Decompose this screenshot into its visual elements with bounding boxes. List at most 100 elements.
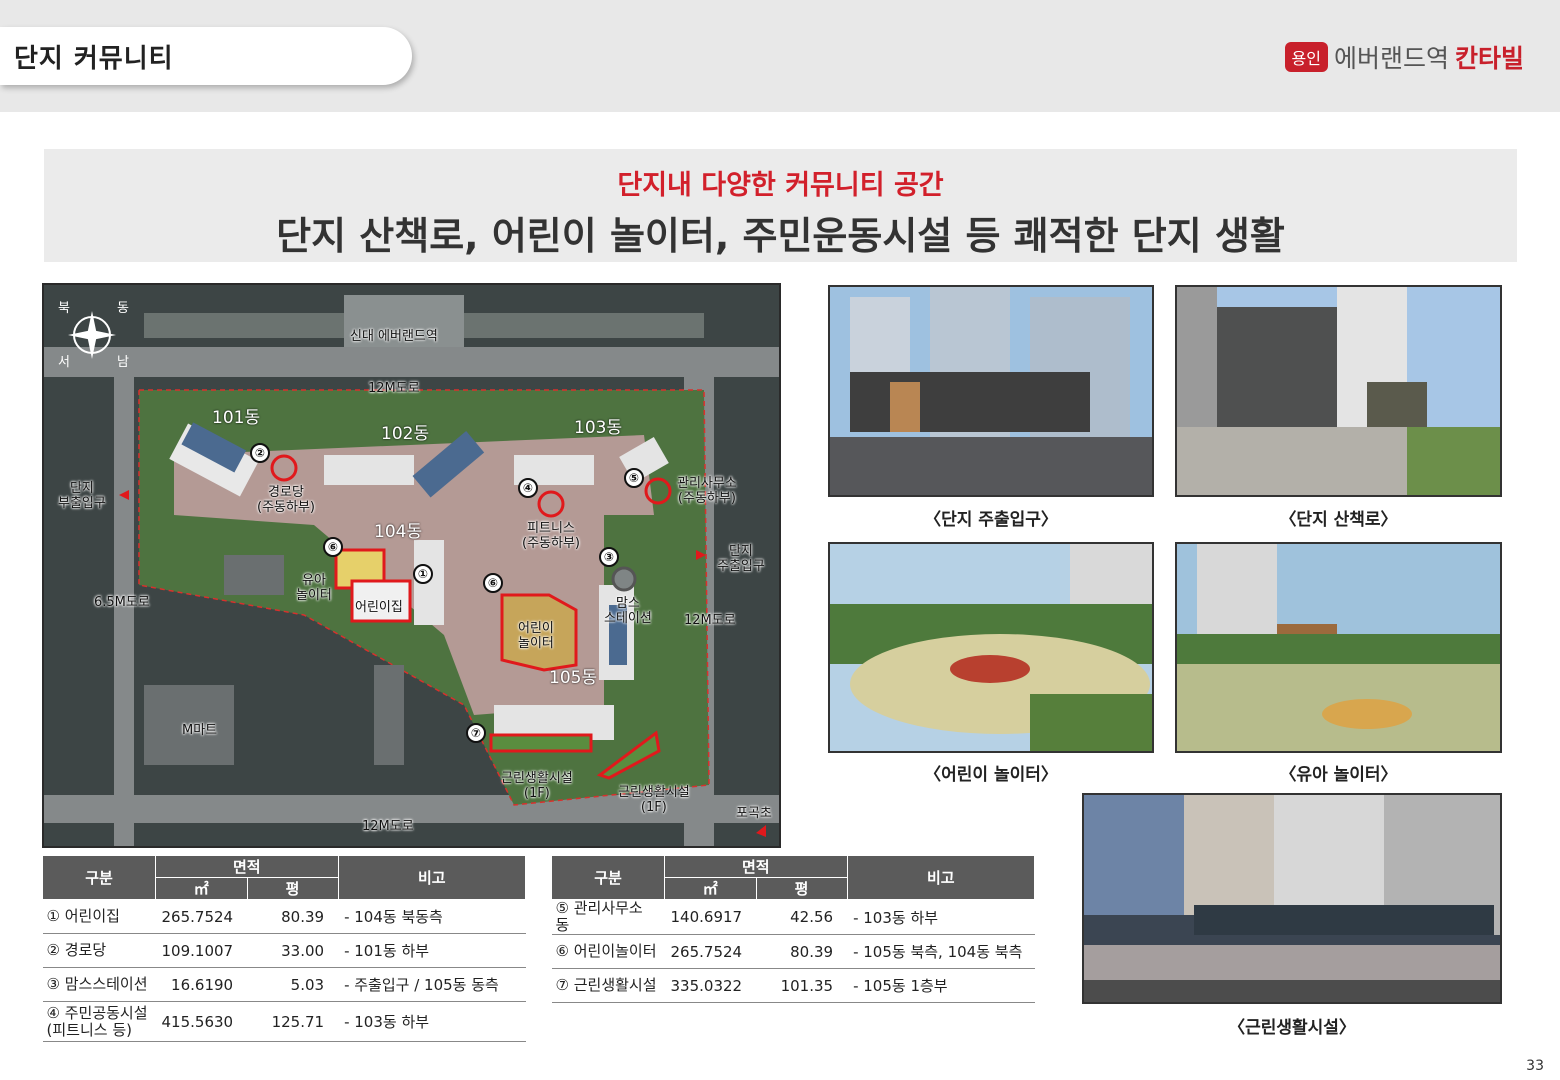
site-map: 북 동 남 서 신대 에버랜드역 12M도로 12M도로 6.5M도로 12M도… [42, 283, 781, 848]
compass-east: 동 [117, 301, 129, 316]
brand-logo: 용인 에버랜드역 칸타빌 [1284, 40, 1524, 74]
facility-senior-label: 경로당 (주동하부) [257, 485, 315, 515]
site-map-graphic [44, 285, 779, 846]
road-right-label: 12M도로 [684, 613, 736, 628]
table-row: ⑥ 어린이놀이터 265.7524 80.39 - 105동 북측, 104동 … [551, 934, 1035, 969]
brand-name: 에버랜드역 [1333, 44, 1449, 73]
cell-pyeong: 5.03 [247, 967, 339, 1002]
caption-retail: 〈근린생활시설〉 [1228, 1018, 1356, 1038]
badge-4: ④ [518, 478, 538, 498]
cell-sqm: 109.1007 [155, 933, 248, 968]
road-left-label: 6.5M도로 [94, 595, 150, 610]
section-title-tab: 단지 커뮤니티 [0, 27, 412, 85]
cell-name: ⑤ 관리사무소 동 [551, 899, 665, 935]
facility-retail2-label: 근린생활시설 (1F) [618, 785, 690, 815]
road-bottom-label: 12M도로 [362, 819, 414, 834]
sub-entrance-label: 단지 부출입구 [58, 481, 106, 511]
cell-pyeong: 33.00 [247, 933, 339, 968]
cell-sqm: 265.7524 [155, 899, 248, 934]
photo-main-entrance [828, 285, 1154, 497]
main-entrance-label: 단지 주출입구 [717, 544, 765, 574]
th-pyeong: 평 [246, 877, 339, 900]
th-sqm: ㎡ [155, 877, 248, 900]
caption-walkway: 〈단지 산책로〉 [1279, 510, 1398, 530]
th-area: 면적 [155, 855, 339, 878]
facility-retail1-label: 근린생활시설 (1F) [501, 771, 573, 801]
cell-note: - 103동 하부 [847, 899, 1035, 935]
headline-title: 단지 산책로, 어린이 놀이터, 주민운동시설 등 쾌적한 단지 생활 [276, 214, 1285, 258]
cell-sqm: 335.0322 [664, 968, 757, 1003]
th-pyeong: 평 [755, 877, 848, 900]
brand-accent: 칸타빌 [1454, 44, 1524, 73]
cell-pyeong: 80.39 [247, 899, 339, 934]
cell-note: - 105동 1층부 [847, 968, 1035, 1003]
cell-note: - 105동 북측, 104동 북측 [847, 934, 1035, 969]
badge-2: ② [250, 443, 270, 463]
building-101-label: 101동 [212, 408, 261, 428]
compass-north: 북 [58, 301, 70, 316]
compass-south: 남 [117, 355, 129, 370]
facility-office-label: 관리사무소 (주동하부) [677, 476, 737, 506]
table-row: ② 경로당 109.1007 33.00 - 101동 하부 [42, 933, 526, 968]
th-category: 구분 [42, 855, 156, 900]
brand-badge: 용인 [1284, 42, 1328, 72]
cell-sqm: 140.6917 [664, 899, 757, 935]
photo-walkway [1175, 285, 1502, 497]
cell-note: - 103동 하부 [338, 1001, 526, 1042]
cell-name: ④ 주민공동시설 (피트니스 등) [42, 1001, 156, 1042]
photo-retail [1082, 793, 1502, 1004]
page-number: 33 [1526, 1058, 1544, 1074]
cell-name: ② 경로당 [42, 933, 156, 968]
table-row: ④ 주민공동시설 (피트니스 등) 415.5630 125.71 - 103동… [42, 1001, 526, 1042]
section-title: 단지 커뮤니티 [14, 44, 174, 74]
badge-1: ① [413, 564, 433, 584]
headline-subtitle: 단지내 다양한 커뮤니티 공간 [617, 170, 944, 201]
table-row: ① 어린이집 265.7524 80.39 - 104동 북동측 [42, 899, 526, 934]
building-104-label: 104동 [374, 522, 423, 542]
badge-5: ⑤ [624, 468, 644, 488]
road-top-label: 12M도로 [368, 381, 420, 396]
th-category: 구분 [551, 855, 665, 900]
cell-sqm: 16.6190 [155, 967, 248, 1002]
station-label: 신대 에버랜드역 [350, 329, 438, 344]
mart-label: M마트 [182, 723, 218, 738]
facility-kids-label: 어린이 놀이터 [518, 621, 554, 651]
badge-7: ⑦ [466, 723, 486, 743]
facility-moms-label: 맘스 스테이션 [604, 596, 652, 626]
facility-table-2: 구분 면적 비고 ㎡ 평 ⑤ 관리사무소 동 140.6917 42.56 - … [551, 855, 1036, 1003]
facility-daycare-label: 어린이집 [355, 600, 403, 615]
badge-3: ③ [599, 547, 619, 567]
cell-pyeong: 80.39 [756, 934, 848, 969]
badge-6b: ⑥ [483, 573, 503, 593]
cell-pyeong: 42.56 [756, 899, 848, 935]
cell-sqm: 415.5630 [155, 1001, 248, 1042]
th-sqm: ㎡ [664, 877, 757, 900]
table-row: ③ 맘스스테이션 16.6190 5.03 - 주출입구 / 105동 동측 [42, 967, 526, 1002]
th-note: 비고 [337, 855, 527, 900]
cell-pyeong: 125.71 [247, 1001, 339, 1042]
cell-pyeong: 101.35 [756, 968, 848, 1003]
table-row: ⑤ 관리사무소 동 140.6917 42.56 - 103동 하부 [551, 899, 1035, 935]
cell-name: ① 어린이집 [42, 899, 156, 934]
th-area: 면적 [664, 855, 848, 878]
cell-name: ⑥ 어린이놀이터 [551, 934, 665, 969]
facility-table-1: 구분 면적 비고 ㎡ 평 ① 어린이집 265.7524 80.39 - 104… [42, 855, 527, 1042]
photo-kids-playground [828, 542, 1154, 753]
table-row: ⑦ 근린생활시설 335.0322 101.35 - 105동 1층부 [551, 968, 1035, 1003]
compass-west: 서 [58, 355, 70, 370]
headline-box: 단지내 다양한 커뮤니티 공간 단지 산책로, 어린이 놀이터, 주민운동시설 … [44, 149, 1517, 262]
school-label: 포곡초 [736, 806, 772, 821]
cell-name: ⑦ 근린생활시설 [551, 968, 665, 1003]
cell-note: - 주출입구 / 105동 동측 [338, 967, 526, 1002]
building-105-label: 105동 [549, 668, 598, 688]
facility-fitness-label: 피트니스 (주동하부) [522, 521, 580, 551]
caption-toddler-playground: 〈유아 놀이터〉 [1279, 765, 1398, 785]
caption-kids-playground: 〈어린이 놀이터〉 [924, 765, 1058, 785]
building-103-label: 103동 [574, 418, 623, 438]
th-note: 비고 [846, 855, 1036, 900]
facility-toddler-label: 유아 놀이터 [296, 573, 332, 603]
cell-note: - 104동 북동측 [338, 899, 526, 934]
cell-note: - 101동 하부 [338, 933, 526, 968]
badge-6a: ⑥ [323, 537, 343, 557]
cell-name: ③ 맘스스테이션 [42, 967, 156, 1002]
